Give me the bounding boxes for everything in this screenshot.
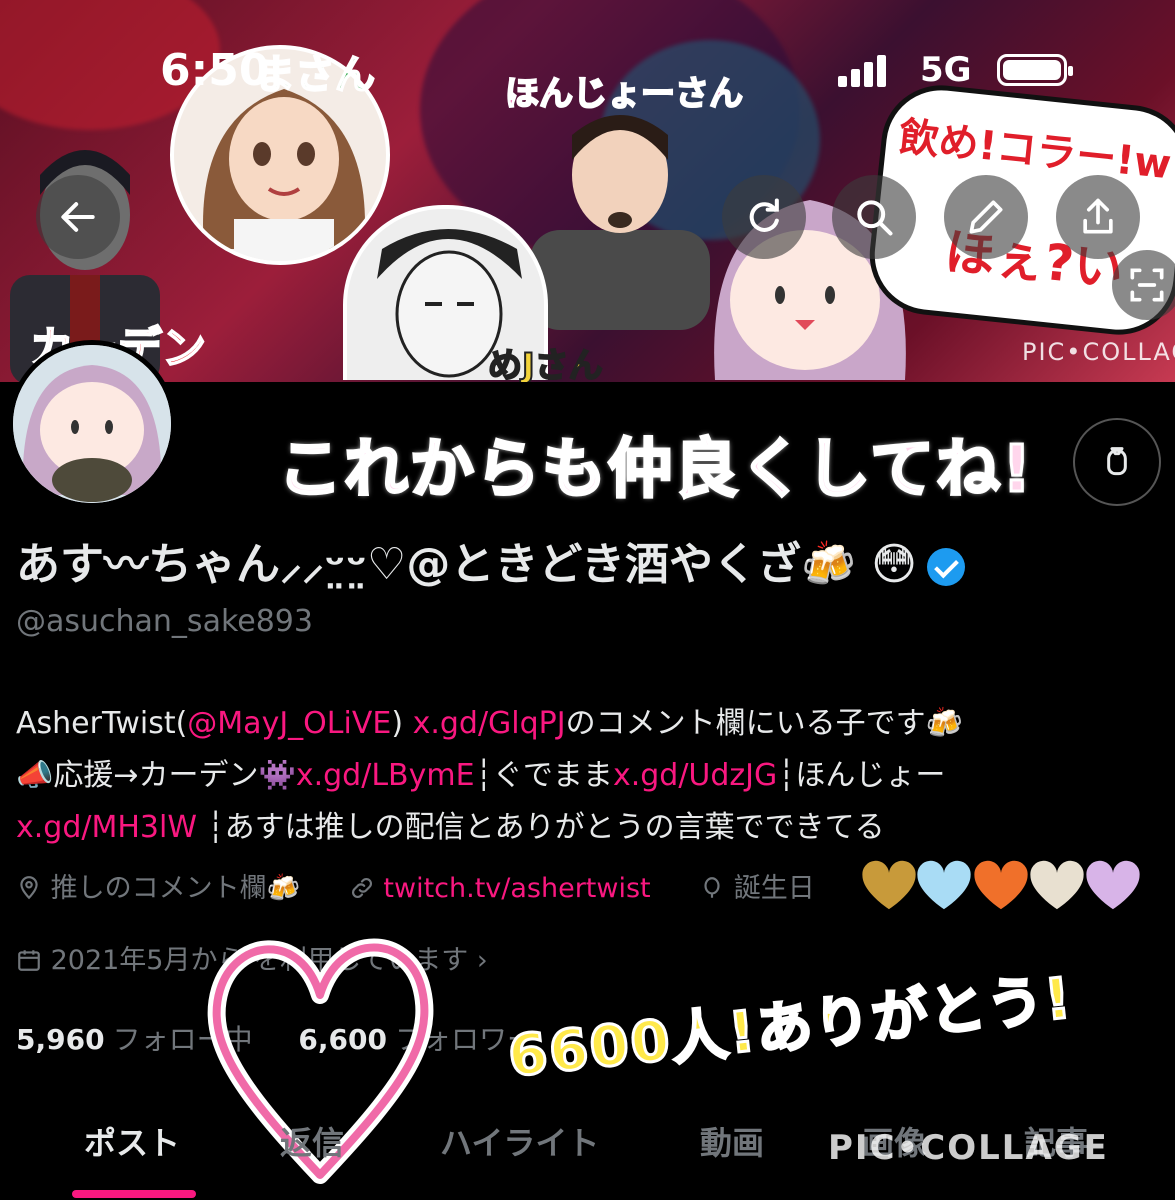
back-arrow-icon bbox=[61, 202, 95, 232]
status-bar: 6:50 5G bbox=[0, 40, 1175, 100]
following-count: 5,960 bbox=[16, 1023, 105, 1056]
gold-heart-icon bbox=[862, 860, 916, 910]
bio-text: ┆あすは推しの配信とありがとうの言葉でできてる bbox=[197, 810, 885, 845]
bio-text: ┆ほんじょー bbox=[777, 758, 946, 793]
edit-icon bbox=[969, 200, 1003, 234]
tab-replies[interactable]: 返信 bbox=[280, 1118, 344, 1164]
bio-text: AsherTwist( bbox=[16, 706, 188, 741]
blue-heart-icon bbox=[917, 860, 971, 910]
avatar[interactable] bbox=[8, 340, 176, 508]
tab-videos[interactable]: 動画 bbox=[700, 1118, 764, 1164]
bubble-line-1: 飲め!コラー!w bbox=[896, 114, 1174, 189]
profile-location: 推しのコメント欄🍻 bbox=[50, 873, 301, 904]
search-icon bbox=[857, 200, 893, 236]
profile-handle: @asuchan_sake893 bbox=[16, 604, 313, 639]
bio-line-2: 📣応援→カーデン👾x.gd/LBymE┆ぐでままx.gd/UdzJG┆ほんじょー bbox=[16, 750, 1166, 802]
orange-heart-icon bbox=[974, 860, 1028, 910]
avatar-illustration bbox=[13, 345, 171, 503]
bio-mention-link[interactable]: @MayJ_OLiVE bbox=[187, 706, 391, 741]
display-name-text: あす〰ちゃん⸝⸝ᵕ̤ᵕ̤♡@ときどき酒やくざ🍻 😳 bbox=[16, 539, 918, 590]
tab-highlights[interactable]: ハイライト bbox=[440, 1118, 599, 1164]
battery-icon bbox=[997, 54, 1073, 86]
bottom-watermark: PIC•COLLAGE bbox=[828, 1128, 1109, 1168]
profile-website-link[interactable]: twitch.tv/ashertwist bbox=[383, 873, 650, 904]
overlay-thanks: 6600人!ありがとう! bbox=[504, 964, 1078, 1091]
bio-url-link[interactable]: x.gd/GlqPJ bbox=[413, 706, 566, 741]
location-pin-icon bbox=[20, 876, 38, 900]
subscribe-button[interactable] bbox=[1073, 418, 1161, 506]
bio-text: のコメント欄にいる子です🍻 bbox=[565, 706, 963, 741]
scan-button[interactable] bbox=[1112, 250, 1175, 320]
profile-bio: AsherTwist(@MayJ_OLiVE) x.gd/GlqPJのコメント欄… bbox=[16, 698, 1166, 854]
status-time: 6:50 bbox=[160, 45, 270, 96]
active-tab-indicator bbox=[72, 1190, 196, 1198]
profile-meta-row: 推しのコメント欄🍻 twitch.tv/ashertwist 誕生日 bbox=[16, 866, 825, 905]
signal-icon bbox=[838, 55, 886, 87]
back-button[interactable] bbox=[36, 175, 120, 259]
chevron-right-icon: › bbox=[476, 945, 488, 976]
network-type: 5G bbox=[920, 50, 972, 90]
verified-badge-icon bbox=[927, 548, 966, 586]
calendar-icon bbox=[18, 950, 40, 971]
banner-label-mj: めJさん bbox=[487, 345, 604, 382]
bio-line-1: AsherTwist(@MayJ_OLiVE) x.gd/GlqPJのコメント欄… bbox=[16, 698, 1166, 750]
overlay-headline: これからも仲良くしてね! bbox=[276, 432, 1034, 509]
profile-banner[interactable]: カーデン まさん ほんじょーさん めJさん bbox=[0, 0, 1175, 382]
profile-birthday: 誕生日 bbox=[733, 873, 815, 904]
bio-text: 📣応援→カーデン👾 bbox=[16, 758, 296, 793]
tab-posts[interactable]: ポスト bbox=[84, 1118, 180, 1164]
bio-text: ┆ぐでまま bbox=[474, 758, 613, 793]
search-button[interactable] bbox=[832, 175, 916, 259]
refresh-button[interactable] bbox=[722, 175, 806, 259]
profile-display-name: あす〰ちゃん⸝⸝ᵕ̤ᵕ̤♡@ときどき酒やくざ🍻 😳 bbox=[16, 528, 966, 592]
refresh-icon bbox=[749, 198, 779, 232]
bio-url-link[interactable]: x.gd/MH3lW bbox=[16, 810, 197, 845]
lavender-heart-icon bbox=[1086, 860, 1140, 910]
paper-heart-icon bbox=[1030, 860, 1084, 910]
scan-icon bbox=[1130, 268, 1164, 302]
share-button[interactable] bbox=[1056, 175, 1140, 259]
share-icon bbox=[1083, 198, 1113, 234]
banner-watermark: PIC•COLLAGE bbox=[1022, 338, 1175, 366]
bio-line-3: x.gd/MH3lW ┆あすは推しの配信とありがとうの言葉でできてる bbox=[16, 802, 1166, 854]
edit-button[interactable] bbox=[944, 175, 1028, 259]
balloon-icon bbox=[704, 877, 720, 898]
money-bag-icon bbox=[1107, 447, 1127, 476]
heart-stickers bbox=[860, 858, 1150, 928]
link-icon bbox=[351, 878, 372, 898]
bio-url-link[interactable]: x.gd/LBymE bbox=[296, 758, 475, 793]
bio-text: ) bbox=[391, 706, 413, 741]
bio-url-link[interactable]: x.gd/UdzJG bbox=[613, 758, 777, 793]
character-honjo-illustration bbox=[530, 115, 710, 330]
